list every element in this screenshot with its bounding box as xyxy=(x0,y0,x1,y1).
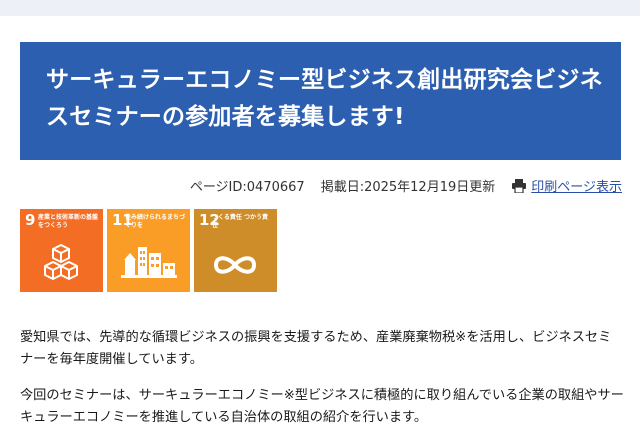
seminar-description: 今回のセミナーは、サーキュラーエコノミー※型ビジネスに積極的に取り組んでいる企業… xyxy=(20,388,624,425)
print-page-link[interactable]: 印刷ページ表示 xyxy=(531,176,622,195)
infinity-icon xyxy=(213,256,257,274)
title-banner: サーキュラーエコノミー型ビジネス創出研究会ビジネスセミナーの参加者を募集します! xyxy=(20,42,621,160)
intro-paragraph: 愛知県では、先導的な循環ビジネスの振興を支援するため、産業廃棄物税※を活用し、ビ… xyxy=(20,330,612,367)
city-icon xyxy=(121,247,177,278)
sdg-goal-11: 11 住み続けられるまちづくりを xyxy=(107,209,190,292)
page-content: サーキュラーエコノミー型ビジネス創出研究会ビジネスセミナーの参加者を募集します!… xyxy=(0,16,640,436)
updated-date: 掲載日:2025年12月19日更新 xyxy=(320,180,496,195)
page-meta: ページID:0470667 掲載日:2025年12月19日更新 印刷ページ表示 xyxy=(190,176,622,195)
sdg-goal-9: 9 産業と技術革新の基盤をつくろう xyxy=(20,209,103,292)
sdg-icons: 9 産業と技術革新の基盤をつくろう 11 住み続けられるまちづくりを 12 つく… xyxy=(20,209,277,292)
printer-icon[interactable] xyxy=(511,178,527,193)
cubes-icon xyxy=(44,244,78,280)
page-id: ページID:0470667 xyxy=(189,180,305,195)
page-title: サーキュラーエコノミー型ビジネス創出研究会ビジネスセミナーの参加者を募集します! xyxy=(46,67,603,130)
sdg-goal-12: 12 つくる責任 つかう責任 xyxy=(194,209,277,292)
